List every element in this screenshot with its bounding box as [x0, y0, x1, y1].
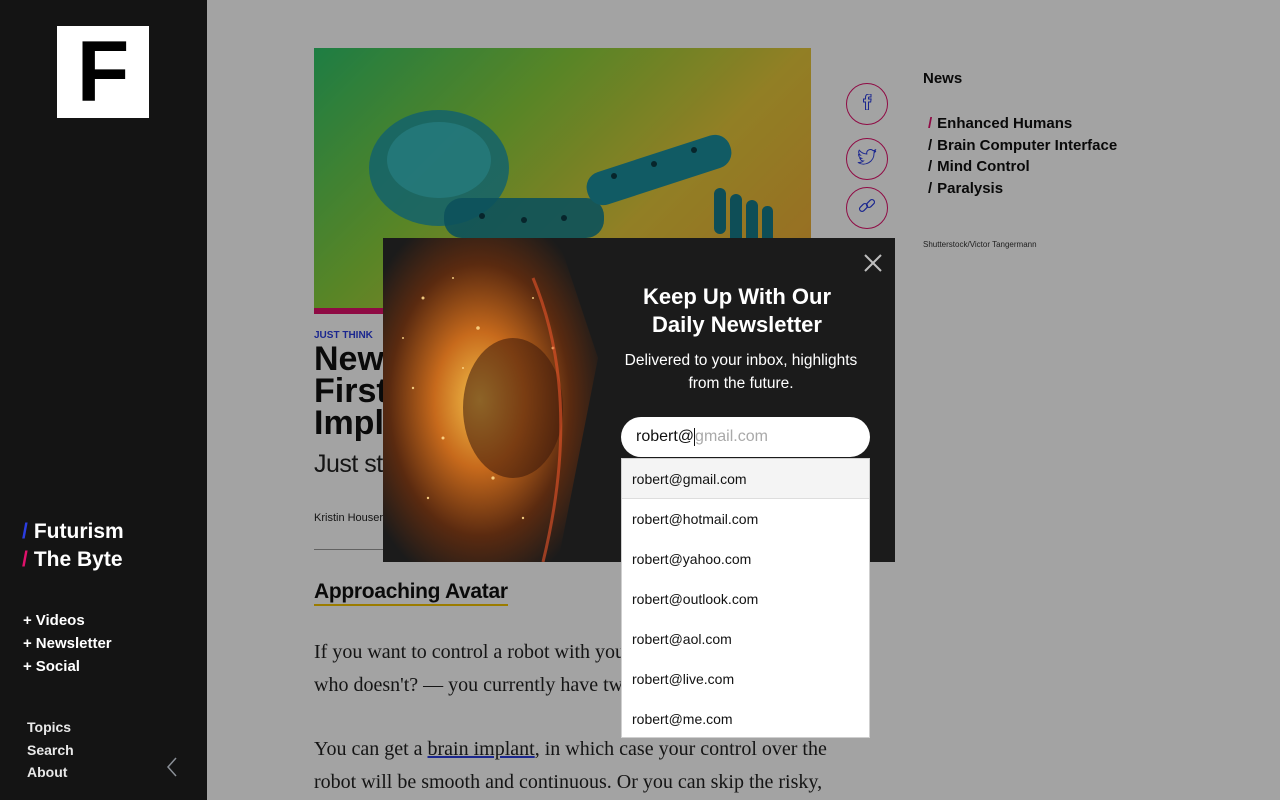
- close-icon[interactable]: [862, 252, 884, 274]
- brand-label: Futurism: [33, 520, 124, 543]
- email-autocomplete-dropdown: robert@gmail.com robert@hotmail.com robe…: [621, 458, 870, 738]
- brand-slash: /: [22, 548, 28, 571]
- site-logo[interactable]: F: [57, 26, 149, 118]
- section-link-social[interactable]: + Social: [23, 655, 112, 678]
- email-inline-suggestion: gmail.com: [695, 428, 768, 445]
- utility-links: Topics Search About: [27, 716, 74, 784]
- section-label: Newsletter: [35, 635, 112, 652]
- modal-subtitle: Delivered to your inbox, highlights from…: [613, 349, 869, 395]
- email-input[interactable]: robert@ gmail.com: [621, 417, 870, 457]
- chevron-left-icon[interactable]: [162, 754, 182, 780]
- brand-link-futurism[interactable]: / Futurism: [22, 518, 124, 546]
- plus-icon: +: [23, 635, 32, 652]
- nav-link-search[interactable]: Search: [27, 739, 74, 762]
- autocomplete-option[interactable]: robert@outlook.com: [622, 579, 869, 619]
- autocomplete-option[interactable]: robert@me.com: [622, 699, 869, 739]
- plus-icon: +: [23, 658, 32, 675]
- section-label: Videos: [35, 612, 85, 629]
- section-links: + Videos + Newsletter + Social: [23, 609, 112, 678]
- brand-link-the-byte[interactable]: / The Byte: [22, 546, 124, 574]
- autocomplete-option[interactable]: robert@yahoo.com: [622, 539, 869, 579]
- subtitle-line: Delivered to your inbox, highlights: [624, 352, 858, 369]
- brand-label: The Byte: [33, 548, 123, 571]
- brand-links: / Futurism / The Byte: [22, 518, 124, 574]
- section-label: Social: [35, 658, 80, 675]
- title-line: Keep Up With Our: [642, 284, 832, 309]
- autocomplete-option[interactable]: robert@gmail.com: [622, 459, 869, 499]
- plus-icon: +: [23, 612, 32, 629]
- autocomplete-option[interactable]: robert@hotmail.com: [622, 499, 869, 539]
- email-typed-text: robert@: [636, 428, 695, 445]
- modal-title: Keep Up With Our Daily Newsletter: [613, 283, 861, 339]
- section-link-newsletter[interactable]: + Newsletter: [23, 632, 112, 655]
- newsletter-artwork: [383, 238, 623, 562]
- section-link-videos[interactable]: + Videos: [23, 609, 112, 632]
- brand-slash: /: [22, 520, 28, 543]
- autocomplete-option[interactable]: robert@aol.com: [622, 619, 869, 659]
- title-line: Daily Newsletter: [652, 312, 822, 337]
- autocomplete-option[interactable]: robert@live.com: [622, 659, 869, 699]
- nav-link-about[interactable]: About: [27, 761, 74, 784]
- sidebar: F / Futurism / The Byte + Videos + Newslette…: [0, 0, 207, 800]
- subtitle-line: from the future.: [688, 375, 794, 392]
- nav-link-topics[interactable]: Topics: [27, 716, 74, 739]
